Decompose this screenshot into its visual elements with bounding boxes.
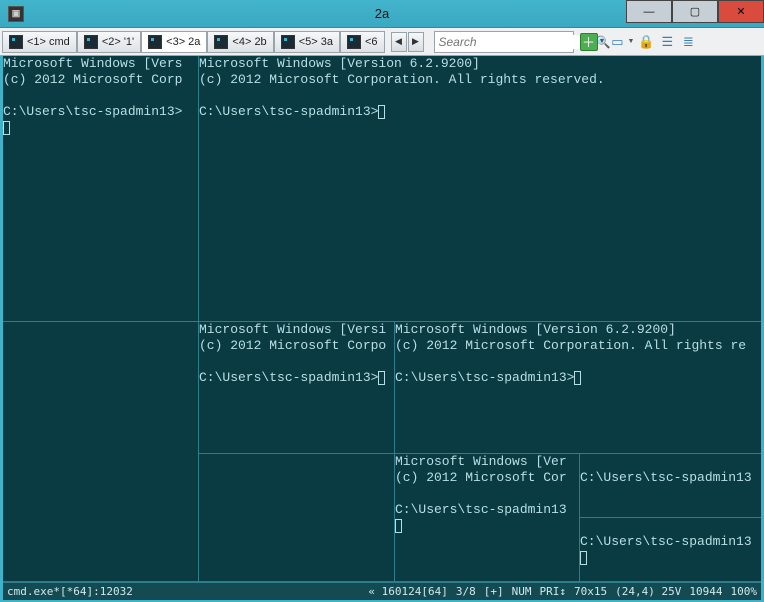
tab-label: <4> 2b — [232, 36, 266, 48]
console-icon — [9, 35, 23, 49]
cursor — [395, 519, 402, 533]
terminal-pane[interactable]: Microsoft Windows [Vers (c) 2012 Microso… — [3, 56, 199, 322]
close-button[interactable]: ✕ — [718, 0, 764, 23]
console-icon — [347, 35, 361, 49]
tab-1[interactable]: <1> cmd — [2, 31, 77, 53]
console-text: Microsoft Windows [Ver — [395, 454, 567, 469]
scroll-left-button[interactable]: ◀ — [391, 32, 407, 52]
console-prompt: C:\Users\tsc-spadmin13> — [199, 370, 378, 385]
console-text: Microsoft Windows [Version 6.2.9200] — [395, 322, 676, 337]
menu-button[interactable]: ☰ — [658, 33, 676, 51]
tab-bar: <1> cmd <2> '1' <3> 2a <4> 2b <5> 3a <6 — [2, 30, 385, 54]
status-size: 70x15 — [574, 585, 607, 598]
console-text: (c) 2012 Microsoft Cor — [395, 470, 567, 485]
terminal-pane[interactable]: Microsoft Windows [Ver (c) 2012 Microsof… — [395, 454, 580, 582]
terminal-pane[interactable]: Microsoft Windows [Versi (c) 2012 Micros… — [199, 322, 395, 454]
status-plus: [+] — [484, 585, 504, 598]
titlebar: ▣ 2a — ▢ ✕ — [0, 0, 764, 28]
tab-6[interactable]: <6 — [340, 31, 385, 53]
new-console-button[interactable]: ＋ — [580, 33, 598, 51]
console-text: Microsoft Windows [Versi — [199, 322, 386, 337]
toolbar-icons: ＋ ▼ ▭ ▼ 🔒 ☰ ≣ — [580, 33, 698, 51]
status-chars: 10944 — [689, 585, 722, 598]
status-bar: cmd.exe*[*64]:12032 « 160124[64] 3/8 [+]… — [3, 582, 761, 600]
lock-button[interactable]: 🔒 — [637, 33, 655, 51]
window-mode-button[interactable]: ▭ — [608, 33, 626, 51]
tab-3[interactable]: <3> 2a — [141, 31, 207, 53]
console-text: Microsoft Windows [Version 6.2.9200] — [199, 56, 480, 71]
console-prompt: C:\Users\tsc-spadmin13 — [580, 534, 752, 549]
console-prompt: C:\Users\tsc-spadmin13> — [395, 370, 574, 385]
cursor — [3, 121, 10, 135]
terminal-pane[interactable]: C:\Users\tsc-spadmin13 — [580, 454, 761, 518]
status-process: cmd.exe*[*64]:12032 — [7, 585, 133, 598]
tab-label: <1> cmd — [27, 36, 70, 48]
cursor — [378, 105, 385, 119]
terminal-pane[interactable] — [199, 454, 395, 582]
console-icon — [281, 35, 295, 49]
console-text: (c) 2012 Microsoft Corporation. All righ… — [395, 338, 746, 353]
tab-label: <3> 2a — [166, 36, 200, 48]
window-title: 2a — [375, 6, 389, 21]
tab-label: <6 — [365, 36, 378, 48]
console-text: (c) 2012 Microsoft Corporation. All righ… — [199, 72, 605, 87]
tab-4[interactable]: <4> 2b — [207, 31, 273, 53]
terminal-pane[interactable] — [3, 322, 199, 582]
console-icon — [148, 35, 162, 49]
terminal-area: Microsoft Windows [Vers (c) 2012 Microso… — [3, 56, 761, 582]
status-pri: PRI↕ — [540, 585, 567, 598]
tab-5[interactable]: <5> 3a — [274, 31, 340, 53]
minimize-button[interactable]: — — [626, 0, 672, 23]
list-button[interactable]: ≣ — [679, 33, 697, 51]
tab-scroll-arrows: ◀ ▶ — [391, 32, 424, 52]
console-icon — [84, 35, 98, 49]
console-text: (c) 2012 Microsoft Corp — [3, 72, 182, 87]
status-buffer: « 160124[64] — [368, 585, 447, 598]
cursor — [580, 551, 587, 565]
console-prompt: C:\Users\tsc-spadmin13 — [395, 502, 567, 517]
console-icon — [214, 35, 228, 49]
console-prompt: C:\Users\tsc-spadmin13> — [199, 104, 378, 119]
terminal-pane[interactable]: C:\Users\tsc-spadmin13 — [580, 518, 761, 582]
terminal-pane[interactable]: Microsoft Windows [Version 6.2.9200] (c)… — [395, 322, 761, 454]
chevron-down-icon[interactable]: ▼ — [627, 38, 634, 45]
tab-label: <5> 3a — [299, 36, 333, 48]
chevron-down-icon[interactable]: ▼ — [599, 38, 606, 45]
status-zoom: 100% — [731, 585, 758, 598]
tab-2[interactable]: <2> '1' — [77, 31, 141, 53]
app-icon: ▣ — [8, 6, 24, 22]
status-num: NUM — [512, 585, 532, 598]
console-prompt: C:\Users\tsc-spadmin13 — [580, 470, 752, 485]
console-text: Microsoft Windows [Vers — [3, 56, 182, 71]
cursor — [378, 371, 385, 385]
status-cursor: (24,4) 25V — [615, 585, 681, 598]
scroll-right-button[interactable]: ▶ — [408, 32, 424, 52]
console-text: (c) 2012 Microsoft Corpo — [199, 338, 386, 353]
status-panes: 3/8 — [456, 585, 476, 598]
toolbar: <1> cmd <2> '1' <3> 2a <4> 2b <5> 3a <6 … — [0, 28, 764, 56]
console-prompt: C:\Users\tsc-spadmin13> — [3, 104, 182, 119]
search-input[interactable] — [439, 35, 596, 49]
terminal-pane[interactable]: Microsoft Windows [Version 6.2.9200] (c)… — [199, 56, 761, 322]
tab-label: <2> '1' — [102, 36, 134, 48]
maximize-button[interactable]: ▢ — [672, 0, 718, 23]
window-controls: — ▢ ✕ — [626, 0, 764, 23]
search-box[interactable]: 🔍 — [434, 31, 574, 53]
cursor — [574, 371, 581, 385]
status-right: « 160124[64] 3/8 [+] NUM PRI↕ 70x15 (24,… — [368, 585, 757, 598]
